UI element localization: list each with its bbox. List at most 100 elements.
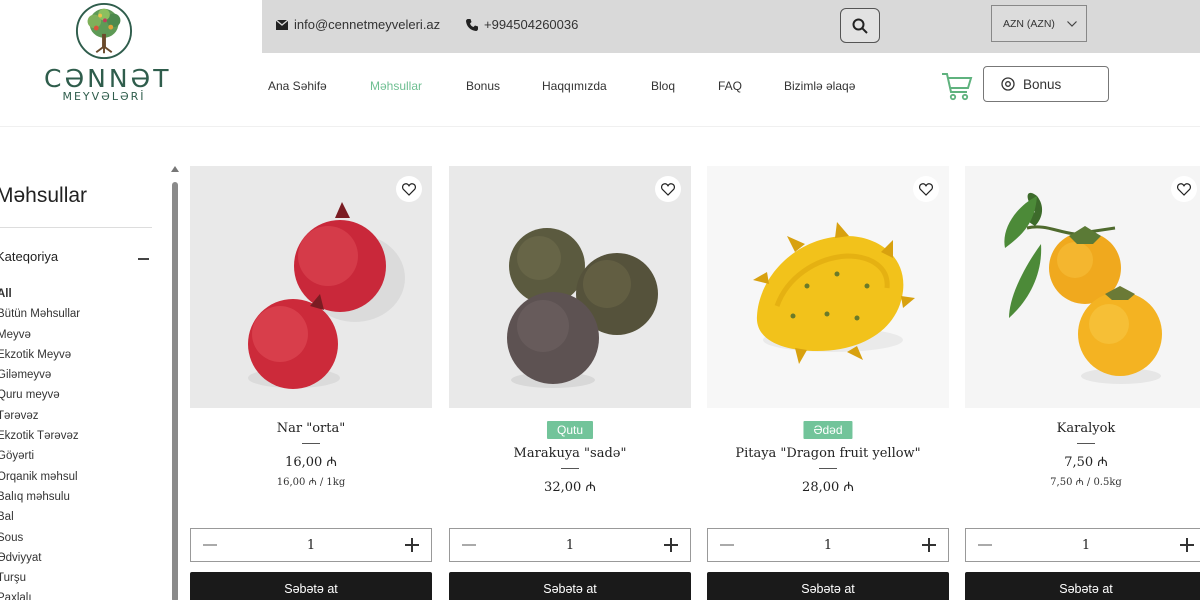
nav-item-bonus[interactable]: Bonus [466, 79, 500, 93]
name-divider [819, 468, 837, 469]
category-item[interactable]: All [0, 284, 80, 304]
product-price: 28,00 ₼ [802, 480, 854, 495]
product-unit-price: 7,50 ₼ / 0.5kg [1050, 477, 1122, 488]
category-item[interactable]: Ekzotik Meyvə [0, 345, 80, 365]
top-bar: info@cennetmeyveleri.az +994504260036 AZ… [262, 0, 1200, 53]
quantity-stepper[interactable]: 1 [965, 528, 1200, 562]
decrease-button[interactable] [203, 544, 217, 546]
add-to-cart-button[interactable]: Səbətə at [707, 572, 949, 600]
add-to-cart-button[interactable]: Səbətə at [965, 572, 1200, 600]
nav-item-blog[interactable]: Bloq [651, 79, 675, 93]
product-price: 16,00 ₼ [285, 455, 337, 470]
quantity-stepper[interactable]: 1 [449, 528, 691, 562]
product-price: 32,00 ₼ [544, 480, 596, 495]
nav-item-home[interactable]: Ana Səhifə [268, 79, 327, 93]
bonus-coin-icon [1001, 77, 1015, 91]
collapse-icon[interactable] [138, 258, 149, 260]
product-image[interactable] [449, 166, 691, 408]
category-item[interactable]: Ekzotik Tərəvəz [0, 426, 80, 446]
product-card[interactable]: Nar "orta" 16,00 ₼ 16,00 ₼ / 1kg 1 Səbət… [190, 166, 432, 600]
currency-value: AZN (AZN) [1003, 17, 1055, 30]
search-button[interactable] [840, 8, 880, 43]
phone-icon [466, 18, 478, 31]
pitaya-image-icon [707, 166, 949, 408]
product-name[interactable]: Karalyok [965, 421, 1200, 436]
heart-icon [661, 182, 675, 196]
product-image[interactable] [965, 166, 1200, 408]
wishlist-button[interactable] [913, 176, 939, 202]
page: CƏNNƏT MEYVƏLƏRİ info@cennetmeyveleri.az… [0, 0, 1200, 600]
product-name[interactable]: Nar "orta" [190, 421, 432, 436]
product-name[interactable]: Marakuya "sadə" [449, 446, 691, 461]
product-price: 7,50 ₼ [1064, 455, 1108, 470]
quantity-stepper[interactable]: 1 [190, 528, 432, 562]
add-to-cart-button[interactable]: Səbətə at [449, 572, 691, 600]
category-item[interactable]: Tərəvəz [0, 406, 80, 426]
increase-button[interactable] [922, 538, 936, 552]
quantity-stepper[interactable]: 1 [707, 528, 949, 562]
sidebar-scrollbar[interactable] [170, 166, 180, 600]
name-divider [1077, 443, 1095, 444]
category-item[interactable]: Quru meyvə [0, 385, 80, 405]
category-item[interactable]: Sous [0, 528, 80, 548]
category-item[interactable]: Meyvə [0, 325, 80, 345]
nav-item-products[interactable]: Məhsullar [370, 79, 422, 93]
quantity-value[interactable]: 1 [1082, 538, 1090, 553]
product-name[interactable]: Pitaya "Dragon fruit yellow" [707, 446, 949, 461]
quantity-value[interactable]: 1 [566, 538, 574, 553]
increase-button[interactable] [405, 538, 419, 552]
tree-logo-icon [75, 2, 133, 60]
cart-icon[interactable] [941, 71, 973, 101]
wishlist-button[interactable] [396, 176, 422, 202]
email-text: info@cennetmeyveleri.az [294, 17, 441, 32]
category-item[interactable]: Bütün Məhsullar [0, 304, 80, 324]
wishlist-button[interactable] [1171, 176, 1197, 202]
product-image[interactable] [190, 166, 432, 408]
quantity-value[interactable]: 1 [824, 538, 832, 553]
category-item[interactable]: Orqanik məhsul [0, 467, 80, 487]
product-card[interactable]: Ədəd Pitaya "Dragon fruit yellow" 28,00 … [707, 166, 949, 600]
name-divider [561, 468, 579, 469]
search-icon [852, 18, 868, 34]
scrollbar-thumb[interactable] [172, 182, 178, 600]
sidebar-divider [0, 227, 152, 228]
bonus-button[interactable]: Bonus [983, 66, 1109, 102]
nav-item-about[interactable]: Haqqımızda [542, 79, 607, 93]
scroll-up-arrow-icon[interactable] [171, 166, 179, 172]
decrease-button[interactable] [978, 544, 992, 546]
product-card[interactable]: Karalyok 7,50 ₼ 7,50 ₼ / 0.5kg 1 Səbətə … [965, 166, 1200, 600]
pomegranate-image-icon [190, 166, 432, 408]
category-item[interactable]: Ədviyyat [0, 548, 80, 568]
heart-icon [919, 182, 933, 196]
name-divider [302, 443, 320, 444]
category-item[interactable]: Paxlalı [0, 588, 80, 600]
category-item[interactable]: Bal [0, 507, 80, 527]
category-item[interactable]: Giləmeyvə [0, 365, 80, 385]
category-heading[interactable]: Kateqoriya [0, 249, 58, 264]
category-item[interactable]: Balıq məhsulu [0, 487, 80, 507]
currency-select[interactable]: AZN (AZN) [991, 5, 1087, 42]
decrease-button[interactable] [462, 544, 476, 546]
wishlist-button[interactable] [655, 176, 681, 202]
product-card[interactable]: Qutu Marakuya "sadə" 32,00 ₼ 1 Səbətə at [449, 166, 691, 600]
logo[interactable]: CƏNNƏT MEYVƏLƏRİ [44, 2, 169, 103]
quantity-value[interactable]: 1 [307, 538, 315, 553]
nav-item-contact[interactable]: Bizimlə əlaqə [784, 79, 855, 93]
nav-item-faq[interactable]: FAQ [718, 79, 742, 93]
heart-icon [402, 182, 416, 196]
phone-text: +994504260036 [484, 17, 579, 32]
add-to-cart-button[interactable]: Səbətə at [190, 572, 432, 600]
product-unit-price: 16,00 ₼ / 1kg [276, 477, 346, 488]
package-tag: Ədəd [803, 421, 853, 439]
phone-contact[interactable]: +994504260036 [466, 17, 578, 32]
increase-button[interactable] [664, 538, 678, 552]
increase-button[interactable] [1180, 538, 1194, 552]
category-item[interactable]: Turşu [0, 568, 80, 588]
chevron-down-icon [1066, 20, 1077, 27]
heart-icon [1177, 182, 1191, 196]
decrease-button[interactable] [720, 544, 734, 546]
product-image[interactable] [707, 166, 949, 408]
category-item[interactable]: Göyərti [0, 446, 80, 466]
email-contact[interactable]: info@cennetmeyveleri.az [276, 17, 440, 32]
package-tag: Qutu [546, 421, 594, 439]
